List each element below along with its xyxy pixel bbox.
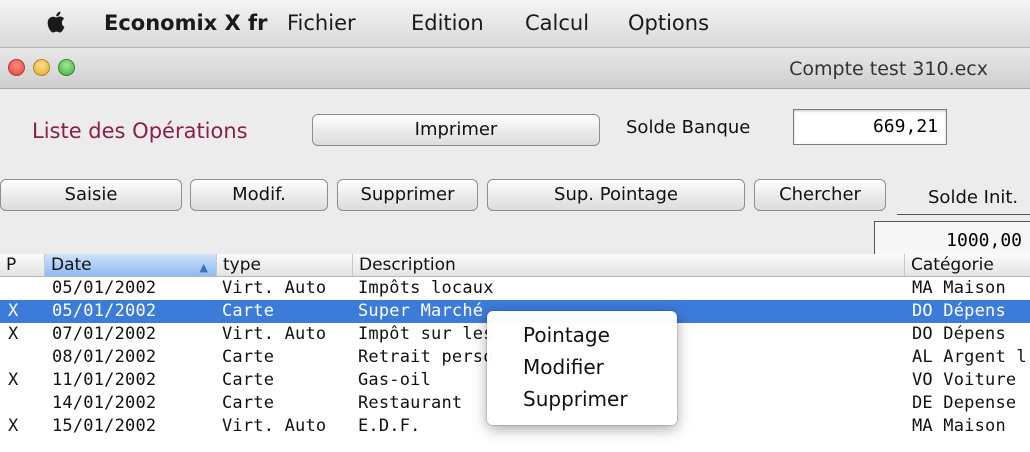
context-menu-item-supprimer[interactable]: Supprimer bbox=[523, 387, 628, 411]
cell-type: Carte bbox=[222, 301, 275, 321]
cell-date: 11/01/2002 bbox=[52, 370, 157, 390]
cell-categorie: DO Dépens bbox=[912, 301, 1006, 321]
minimize-window-button[interactable] bbox=[33, 59, 50, 76]
cell-categorie: VO Voiture bbox=[912, 370, 1017, 390]
cell-pointage: X bbox=[8, 416, 19, 436]
solde-init-divider bbox=[897, 214, 1030, 215]
menu-item-fichier[interactable]: Fichier bbox=[287, 11, 356, 35]
cell-type: Carte bbox=[222, 347, 275, 367]
saisie-button[interactable]: Saisie bbox=[0, 179, 182, 211]
solde-init-label: Solde Init. bbox=[928, 187, 1019, 208]
cell-date: 08/01/2002 bbox=[52, 347, 157, 367]
window-title: Compte test 310.ecx bbox=[789, 58, 988, 80]
column-header-categorie[interactable]: Catégorie bbox=[904, 254, 1030, 276]
column-header-p[interactable]: P bbox=[0, 254, 44, 276]
cell-categorie: DE Depense bbox=[912, 393, 1017, 413]
close-window-button[interactable] bbox=[8, 59, 25, 76]
context-menu-item-pointage[interactable]: Pointage bbox=[523, 323, 610, 347]
chercher-button[interactable]: Chercher bbox=[754, 179, 886, 211]
cell-date: 15/01/2002 bbox=[52, 416, 157, 436]
print-button[interactable]: Imprimer bbox=[312, 114, 600, 146]
column-header-date[interactable]: Date ▲ bbox=[44, 254, 216, 276]
cell-pointage: X bbox=[8, 301, 19, 321]
cell-description: Impôts locaux bbox=[358, 278, 494, 298]
column-header-description[interactable]: Description bbox=[352, 254, 904, 276]
cell-type: Virt. Auto bbox=[222, 324, 327, 344]
modif-button[interactable]: Modif. bbox=[190, 179, 328, 211]
cell-pointage bbox=[8, 277, 28, 300]
menu-bar: Economix X fr Fichier Edition Calcul Opt… bbox=[0, 0, 1030, 48]
list-title: Liste des Opérations bbox=[32, 119, 248, 143]
menu-app-name[interactable]: Economix X fr bbox=[104, 11, 268, 35]
context-menu-item-modifier[interactable]: Modifier bbox=[523, 355, 604, 379]
supprimer-button[interactable]: Supprimer bbox=[337, 179, 478, 211]
sort-ascending-icon: ▲ bbox=[199, 261, 208, 274]
cell-categorie: DO Dépens bbox=[912, 324, 1006, 344]
context-menu: Pointage Modifier Supprimer bbox=[487, 311, 677, 425]
sup-pointage-button[interactable]: Sup. Pointage bbox=[487, 179, 745, 211]
cell-pointage: X bbox=[8, 324, 19, 344]
cell-categorie: MA Maison bbox=[912, 416, 1006, 436]
solde-banque-label: Solde Banque bbox=[626, 117, 751, 138]
cell-date: 14/01/2002 bbox=[52, 393, 157, 413]
menu-item-options[interactable]: Options bbox=[628, 11, 709, 35]
table-header: P Date ▲ type Description Catégorie bbox=[0, 254, 1030, 277]
menu-item-edition[interactable]: Edition bbox=[411, 11, 484, 35]
table-row[interactable]: 05/01/2002 Virt. Auto Impôts locaux MA M… bbox=[0, 277, 1030, 300]
solde-banque-field[interactable]: 669,21 bbox=[793, 109, 947, 145]
cell-categorie: AL Argent l bbox=[912, 347, 1027, 367]
column-header-date-label: Date bbox=[51, 255, 92, 275]
cell-pointage bbox=[8, 346, 28, 369]
cell-pointage: X bbox=[8, 370, 19, 390]
cell-type: Virt. Auto bbox=[222, 278, 327, 298]
cell-categorie: MA Maison bbox=[912, 278, 1006, 298]
cell-date: 05/01/2002 bbox=[52, 278, 157, 298]
cell-date: 07/01/2002 bbox=[52, 324, 157, 344]
cell-date: 05/01/2002 bbox=[52, 301, 157, 321]
cell-type: Carte bbox=[222, 370, 275, 390]
window-title-bar: Compte test 310.ecx bbox=[0, 48, 1030, 89]
cell-pointage bbox=[8, 392, 28, 415]
menu-item-calcul[interactable]: Calcul bbox=[525, 11, 589, 35]
zoom-window-button[interactable] bbox=[58, 59, 75, 76]
cell-type: Virt. Auto bbox=[222, 416, 327, 436]
apple-logo-icon[interactable] bbox=[44, 9, 70, 35]
column-header-type[interactable]: type bbox=[216, 254, 352, 276]
cell-type: Carte bbox=[222, 393, 275, 413]
